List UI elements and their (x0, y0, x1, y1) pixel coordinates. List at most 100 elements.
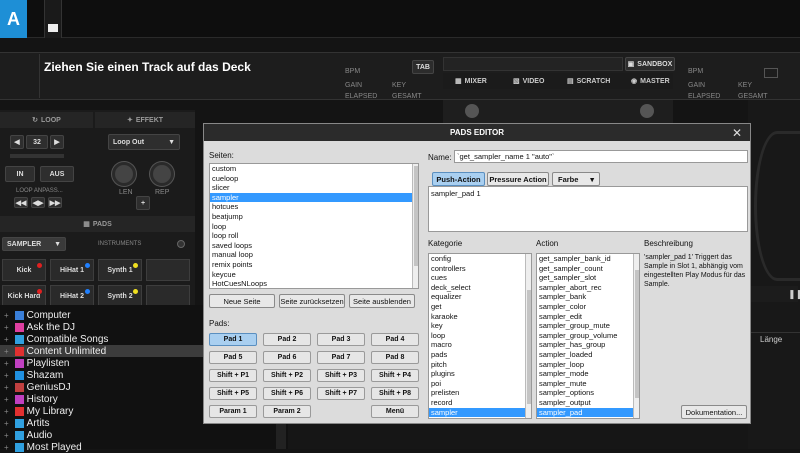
pause-icon[interactable]: ❚❚ (788, 290, 800, 300)
browser-item[interactable]: + Most Played (0, 441, 288, 453)
seiten-list-item[interactable]: hotcues (210, 202, 418, 212)
seiten-list-item[interactable]: loop roll (210, 231, 418, 241)
loop-out-button[interactable]: AUS (40, 166, 74, 182)
len-knob[interactable] (112, 162, 136, 186)
effect-select[interactable]: Loop Out ▼ (108, 134, 180, 150)
kategorie-list-item[interactable]: record (429, 398, 531, 408)
pads-page-select[interactable]: SAMPLER ▼ (2, 237, 66, 251)
effect-add-button[interactable]: + (136, 196, 150, 210)
right-jogwheel[interactable] (754, 131, 800, 281)
action-list-item[interactable]: get_sampler_bank_id (537, 254, 639, 264)
pad-select-button[interactable]: Pad 5 (209, 351, 257, 364)
pad-select-button[interactable]: Shift + P6 (263, 387, 311, 400)
loop-shift-right-button[interactable]: ▶▶ (48, 197, 62, 208)
action-list-item[interactable]: sampler_edit (537, 312, 639, 322)
action-list[interactable]: get_sampler_bank_id get_sampler_count get_… (536, 253, 640, 419)
expand-icon[interactable]: + (4, 371, 9, 380)
seite-ausblenden-button[interactable]: Seite ausblenden (349, 294, 415, 308)
mixer-knob-right[interactable] (640, 104, 654, 118)
action-list-item[interactable]: sampler_bank (537, 292, 639, 302)
browser-scrollbar[interactable] (276, 420, 286, 449)
sampler-pad[interactable]: Synth 1 (98, 259, 142, 281)
expand-icon[interactable]: + (4, 347, 9, 356)
sampler-pad[interactable]: Kick Hard (2, 285, 46, 307)
seite-zuruecksetzen-button[interactable]: Seite zurücksetzen (279, 294, 345, 308)
pad-select-button[interactable]: Pad 2 (263, 333, 311, 346)
kategorie-scrollbar[interactable] (525, 254, 531, 418)
seiten-list-item[interactable]: manual loop (210, 250, 418, 260)
kategorie-list-item[interactable]: key (429, 321, 531, 331)
pad-select-button[interactable]: Pad 8 (371, 351, 419, 364)
close-icon[interactable]: ✕ (732, 126, 742, 140)
expand-icon[interactable]: + (4, 443, 9, 452)
mixer-knob-left[interactable] (465, 104, 479, 118)
column-laenge[interactable]: Länge (760, 335, 782, 344)
action-list-item[interactable]: sampler_loaded (537, 350, 639, 360)
action-list-item[interactable]: sampler_mute (537, 379, 639, 389)
expand-icon[interactable]: + (4, 407, 9, 416)
kategorie-list-item[interactable]: pitch (429, 360, 531, 370)
pad-select-button[interactable]: Shift + P4 (371, 369, 419, 382)
center-slider[interactable] (443, 57, 623, 71)
instruments-toggle[interactable] (177, 240, 185, 248)
pad-select-button[interactable]: Shift + P8 (371, 387, 419, 400)
neue-seite-button[interactable]: Neue Seite (209, 294, 275, 308)
action-list-item[interactable]: sampler_loop (537, 360, 639, 370)
pad-select-button[interactable]: Pad 7 (317, 351, 365, 364)
rep-knob[interactable] (150, 162, 174, 186)
action-list-item[interactable]: sampler_abort_rec (537, 283, 639, 293)
action-script-editor[interactable]: sampler_pad 1 (428, 186, 748, 232)
tab-scratch[interactable]: ▤ SCRATCH (567, 73, 610, 89)
name-input[interactable]: `get_sampler_name 1 "auto"` (454, 150, 748, 163)
sampler-pad[interactable]: Kick (2, 259, 46, 281)
action-scroll-thumb[interactable] (635, 270, 639, 398)
loop-increase-button[interactable]: ▶ (50, 135, 64, 149)
tab-video[interactable]: ▧ VIDEO (513, 73, 544, 89)
sampler-pad[interactable] (146, 259, 190, 281)
kategorie-list-item[interactable]: cues (429, 273, 531, 283)
seiten-list-item[interactable]: HotCuesNLoops (210, 279, 418, 288)
kategorie-list-item[interactable]: karaoke (429, 312, 531, 322)
seiten-list-item[interactable]: cueloop (210, 174, 418, 184)
action-list-item[interactable]: sampler_pad (537, 407, 639, 418)
tab-button[interactable]: TAB (412, 60, 434, 74)
pad-select-button[interactable]: Shift + P5 (209, 387, 257, 400)
seiten-list-item[interactable]: slicer (210, 183, 418, 193)
sampler-pad[interactable]: HiHat 2 (50, 285, 94, 307)
kategorie-list-item[interactable]: pads (429, 350, 531, 360)
pad-select-button[interactable]: Pad 1 (209, 333, 257, 346)
kategorie-list-item[interactable]: macro (429, 340, 531, 350)
expand-icon[interactable]: + (4, 311, 9, 320)
pitch-slider-track[interactable] (44, 0, 62, 38)
tab-mixer[interactable]: ▦ MIXER (455, 73, 487, 89)
tab-master[interactable]: ◉ MASTER (631, 73, 670, 89)
browser-item[interactable]: + Audio (0, 429, 288, 441)
sampler-pad[interactable]: HiHat 1 (50, 259, 94, 281)
kategorie-list[interactable]: config controllers cues deck_select equalize… (428, 253, 532, 419)
expand-icon[interactable]: + (4, 431, 9, 440)
expand-icon[interactable]: + (4, 395, 9, 404)
expand-icon[interactable]: + (4, 419, 9, 428)
pad-select-button[interactable]: Pad 6 (263, 351, 311, 364)
expand-icon[interactable]: + (4, 359, 9, 368)
pad-select-button[interactable]: Shift + P2 (263, 369, 311, 382)
deck-a-indicator[interactable]: A (0, 0, 27, 38)
pad-select-button[interactable]: Shift + P3 (317, 369, 365, 382)
expand-icon[interactable]: + (4, 323, 9, 332)
kategorie-list-item[interactable]: get (429, 302, 531, 312)
tab-farbe[interactable]: Farbe ▾ (552, 172, 600, 186)
loop-shift-left-button[interactable]: ◀◀ (14, 197, 28, 208)
sandbox-button[interactable]: ▣ SANDBOX (625, 57, 675, 71)
seiten-list-item[interactable]: keycue (210, 270, 418, 280)
kategorie-list-item[interactable]: poi (429, 379, 531, 389)
seiten-list-item[interactable]: loop (210, 222, 418, 232)
sampler-pad[interactable]: Synth 2 (98, 285, 142, 307)
pad-select-button[interactable]: Shift + P7 (317, 387, 365, 400)
pad-select-button[interactable]: Pad 3 (317, 333, 365, 346)
action-list-item[interactable]: sampler_mode (537, 369, 639, 379)
action-list-item[interactable]: sampler_has_group (537, 340, 639, 350)
seiten-list-item[interactable]: saved loops (210, 241, 418, 251)
tab-pressure-action[interactable]: Pressure Action (487, 172, 549, 186)
kategorie-list-item[interactable]: controllers (429, 264, 531, 274)
dokumentation-button[interactable]: Dokumentation... (681, 405, 747, 419)
